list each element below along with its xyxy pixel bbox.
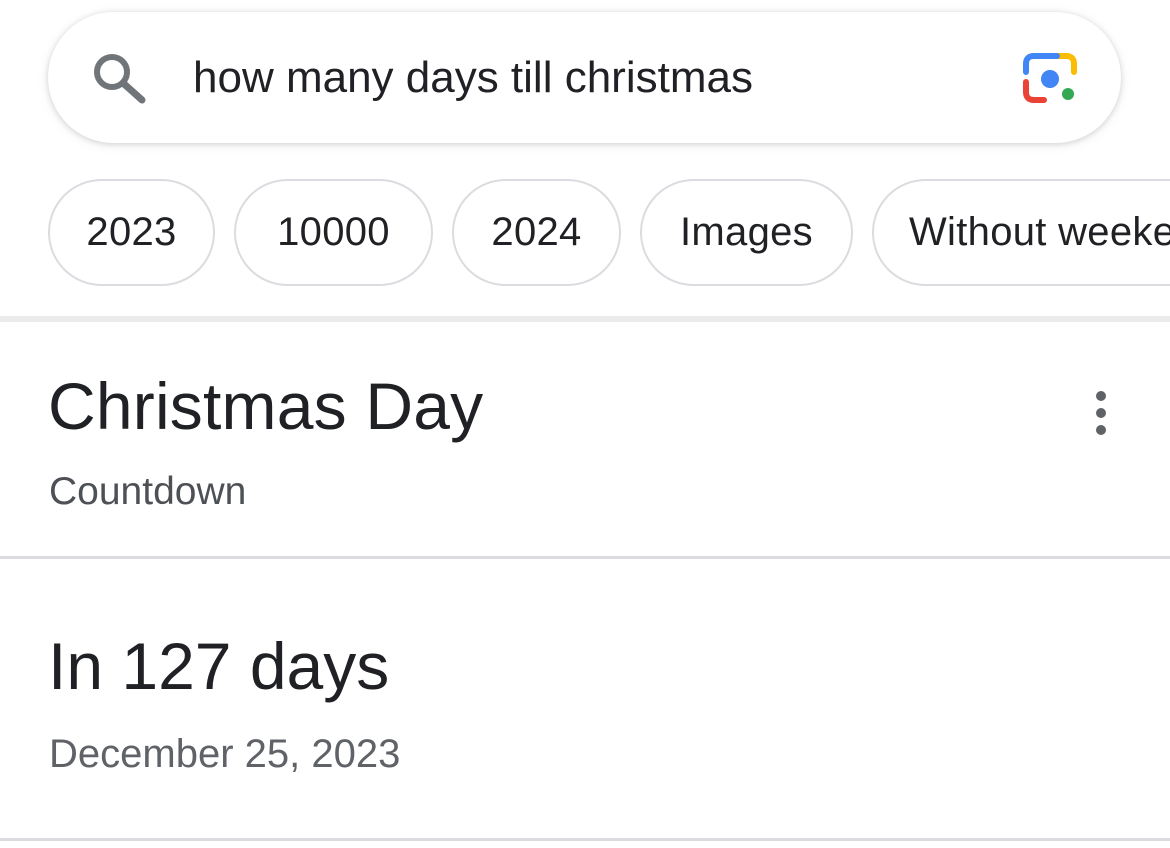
section-divider [0, 316, 1170, 322]
result-subtitle: Countdown [49, 470, 247, 513]
bottom-divider [0, 838, 1170, 841]
result-title: Christmas Day [48, 369, 484, 443]
countdown-text: In 127 days [48, 629, 390, 703]
chip-10000[interactable]: 10000 [234, 179, 433, 286]
card-divider [0, 556, 1170, 559]
chip-without-weekends[interactable]: Without weekends [872, 179, 1170, 286]
filter-chips: 2023 10000 2024 Images Without weekends [48, 179, 1170, 286]
chip-2023[interactable]: 2023 [48, 179, 215, 286]
target-date: December 25, 2023 [49, 732, 401, 776]
search-icon [94, 54, 146, 104]
search-input[interactable] [193, 42, 983, 114]
chip-2024[interactable]: 2024 [452, 179, 621, 286]
chip-images[interactable]: Images [640, 179, 853, 286]
google-lens-icon[interactable] [1020, 48, 1080, 108]
more-vert-icon[interactable] [1084, 388, 1118, 438]
